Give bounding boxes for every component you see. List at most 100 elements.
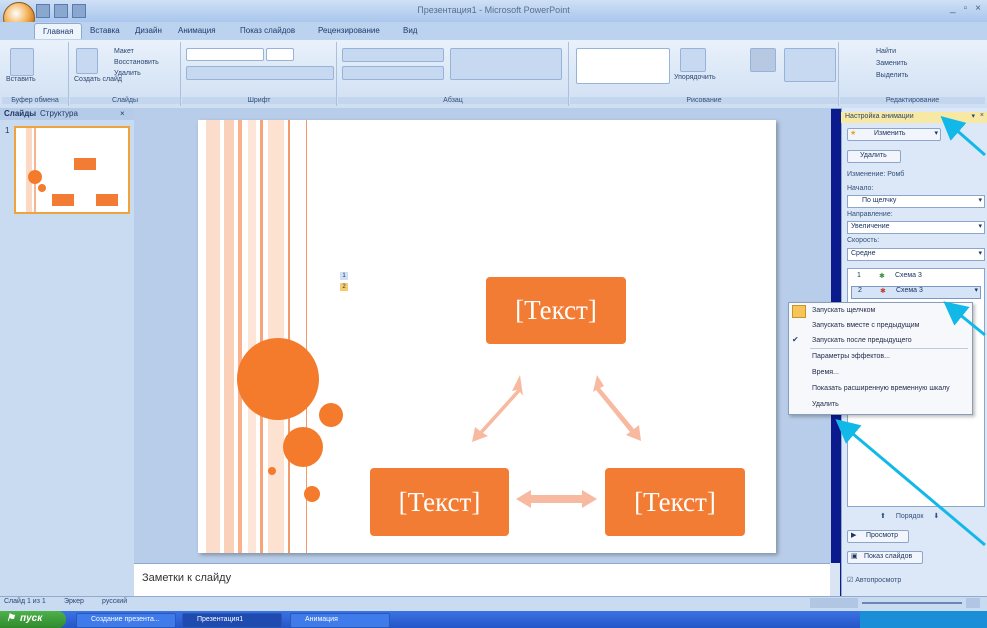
notes-pane[interactable] (134, 563, 831, 597)
close-pane-icon[interactable]: × (980, 112, 984, 119)
delete-slide-button[interactable]: Удалить (114, 70, 141, 77)
tab-review[interactable]: Рецензирование (318, 26, 380, 35)
arrange-icon[interactable] (680, 48, 706, 72)
list-buttons[interactable] (342, 48, 444, 62)
menu-start-with-previous[interactable]: Запускать вместе с предыдущим (812, 322, 919, 329)
menu-start-after-previous[interactable]: Запускать после предыдущего (812, 337, 912, 344)
slideshow-button[interactable]: ▣ Показ слайдов (847, 551, 923, 564)
undo-icon[interactable] (54, 4, 68, 18)
task-pane-header: Настройка анимации ▾ × (841, 112, 987, 123)
remove-effect-button[interactable]: Удалить (847, 150, 901, 163)
zoom-slider[interactable] (862, 602, 962, 604)
layout-button[interactable]: Макет (114, 48, 134, 55)
shapes-gallery[interactable] (576, 48, 670, 84)
slideshow-icon: ▣ (851, 553, 858, 560)
save-icon[interactable] (36, 4, 50, 18)
group-label-font: Шрифт (182, 97, 336, 104)
notes-scrollbar[interactable] (830, 563, 840, 596)
animation-list-item-selected[interactable]: 2 ✱ Схема 3 ▾ (851, 286, 981, 299)
mouse-click-icon (792, 305, 806, 318)
tab-slideshow[interactable]: Показ слайдов (240, 26, 295, 35)
change-effect-button[interactable]: ★ Изменить ▾ (847, 128, 941, 141)
new-slide-button[interactable]: Создать слайд (74, 76, 122, 83)
speed-select[interactable]: Средне ▾ (847, 248, 985, 261)
group-label-editing: Редактирование (840, 97, 985, 104)
diagram-arrows (472, 375, 641, 508)
fit-to-window-button[interactable] (966, 598, 980, 608)
taskbar-item[interactable]: Создание презента... (76, 613, 176, 628)
arrange-button[interactable]: Упорядочить (674, 74, 716, 81)
quick-access-toolbar (36, 4, 86, 18)
tab-view[interactable]: Вид (403, 26, 417, 35)
group-drawing: Упорядочить Рисование (570, 42, 839, 106)
font-format-buttons[interactable] (186, 66, 334, 80)
find-button[interactable]: Найти (876, 48, 896, 55)
group-label-drawing: Рисование (570, 97, 838, 104)
tab-design[interactable]: Дизайн (135, 26, 162, 35)
effect-icon: ✱ (880, 288, 886, 295)
tab-animation[interactable]: Анимация (178, 26, 216, 35)
autopreview-checkbox[interactable]: ☑ Автопросмотр (847, 576, 901, 584)
arrow-bottom (516, 490, 597, 508)
group-label-clipboard: Буфер обмена (2, 97, 68, 104)
maximize-button[interactable]: ▫ (964, 3, 968, 14)
close-button[interactable]: × (975, 3, 981, 14)
check-icon: ✔ (792, 335, 799, 344)
text-direction-buttons[interactable] (450, 48, 562, 80)
group-font: Шрифт (182, 42, 337, 106)
group-paragraph: Абзац (338, 42, 569, 106)
menu-timing[interactable]: Время... (812, 369, 839, 376)
taskbar-item-active[interactable]: Презентация1 (182, 613, 282, 628)
redo-icon[interactable] (72, 4, 86, 18)
reorder-down-icon[interactable]: ⬇ (933, 513, 939, 520)
direction-label: Направление: (847, 211, 893, 218)
slides-panel-tabs: Слайды Структура × (0, 108, 134, 120)
font-size-input[interactable] (266, 48, 294, 61)
tab-slides[interactable]: Слайды (4, 109, 36, 118)
start-select[interactable]: По щелчку ▾ (847, 195, 985, 208)
reorder-up-icon[interactable]: ⬆ (880, 513, 886, 520)
animation-list-item[interactable]: 1 ✱ Схема 3 (851, 272, 979, 283)
speed-label: Скорость: (847, 237, 880, 244)
play-icon: ▶ (851, 532, 857, 539)
ribbon-tabs: Главная Вставка Дизайн Анимация Показ сл… (0, 22, 987, 40)
chevron-down-icon: ▾ (978, 197, 982, 204)
font-name-input[interactable] (186, 48, 264, 61)
slide-thumbnail[interactable] (14, 126, 130, 214)
tab-home[interactable]: Главная (34, 23, 83, 39)
paste-icon[interactable] (10, 48, 34, 76)
reorder-control[interactable]: ⬆ Порядок ⬇ (880, 512, 939, 520)
tab-insert[interactable]: Вставка (90, 26, 120, 35)
chevron-down-icon: ▾ (978, 223, 982, 230)
menu-divider (810, 348, 968, 349)
tab-outline[interactable]: Структура (40, 109, 78, 118)
menu-effect-options[interactable]: Параметры эффектов... (812, 353, 890, 360)
start-button[interactable]: ⚑ пуск (0, 611, 66, 628)
new-slide-icon[interactable] (76, 48, 98, 74)
notes-placeholder[interactable]: Заметки к слайду (142, 572, 231, 584)
restore-button[interactable]: Восстановить (114, 59, 159, 66)
slide-canvas[interactable]: 1 2 [Текст] [Текст] [Текст] (198, 120, 776, 553)
arrow-top-left (472, 375, 523, 442)
menu-show-advanced-timeline[interactable]: Показать расширенную временную шкалу (812, 385, 950, 392)
align-buttons[interactable] (342, 66, 444, 80)
select-button[interactable]: Выделить (876, 72, 908, 79)
quick-styles-icon[interactable] (750, 48, 776, 72)
preview-button[interactable]: ▶ Просмотр (847, 530, 909, 543)
view-buttons[interactable] (810, 598, 858, 608)
close-panel-icon[interactable]: × (120, 109, 125, 118)
group-editing: Найти Заменить Выделить Редактирование (840, 42, 985, 106)
shape-format-buttons[interactable] (784, 48, 836, 82)
chevron-down-icon[interactable]: ▾ (974, 286, 978, 294)
ribbon: Вставить Буфер обмена Создать слайд Маке… (0, 40, 987, 109)
taskbar-item[interactable]: Анимация (290, 613, 390, 628)
checkbox-icon: ☑ (847, 577, 854, 584)
direction-select[interactable]: Увеличение ▾ (847, 221, 985, 234)
pane-menu-icon[interactable]: ▾ (971, 112, 975, 120)
replace-button[interactable]: Заменить (876, 60, 907, 67)
minimize-button[interactable]: _ (950, 3, 956, 14)
menu-remove[interactable]: Удалить (812, 401, 839, 408)
group-slides: Создать слайд Макет Восстановить Удалить… (70, 42, 181, 106)
menu-start-on-click[interactable]: Запускать щелчком (812, 307, 875, 314)
paste-button[interactable]: Вставить (6, 76, 36, 83)
